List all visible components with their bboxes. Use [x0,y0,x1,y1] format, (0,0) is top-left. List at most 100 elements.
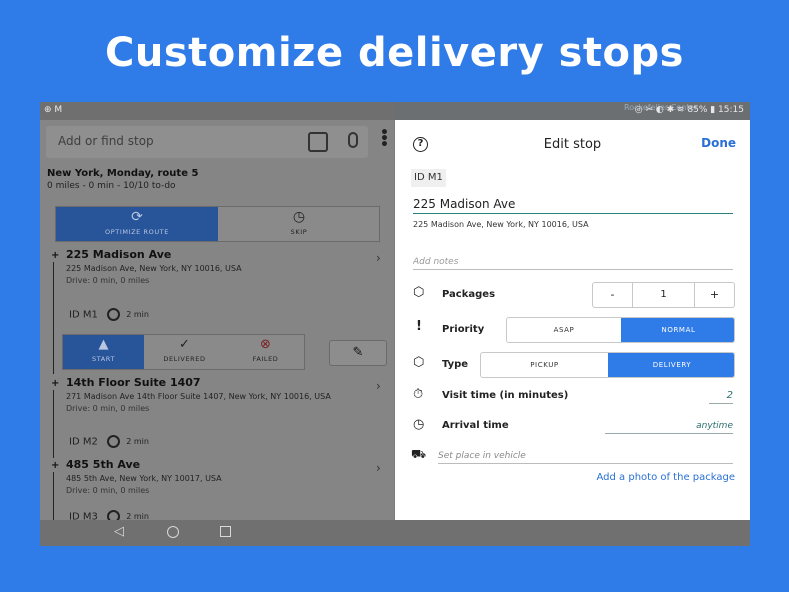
type-row: ⬡ Type PICKUP DELIVERY [395,352,750,378]
chevron-right-icon[interactable]: › [376,461,381,475]
edit-stop-button[interactable]: ✎ [329,340,387,366]
stop-actions: ▲ START ✓ DELIVERED ⊗ FAILED [62,334,305,370]
type-delivery-option[interactable]: DELIVERY [608,353,734,377]
priority-label: Priority [442,324,485,335]
start-button[interactable]: ▲ START [63,335,144,369]
type-pickup-option[interactable]: PICKUP [481,353,608,377]
priority-selector: ASAP NORMAL [506,317,735,343]
packages-row: ⬡ Packages - 1 + [395,282,750,308]
full-address: 225 Madison Ave, New York, NY 10016, USA [413,220,589,229]
clock-icon: ◷ [292,209,306,225]
stop-name: 14th Floor Suite 1407 [66,376,201,389]
stop-address: 225 Madison Ave, New York, NY 10016, USA [66,264,242,273]
stop-name: 225 Madison Ave [66,248,172,261]
back-icon[interactable]: ◁ [114,524,124,539]
visit-time-input[interactable] [709,388,733,404]
arrival-time-label: Arrival time [442,420,509,431]
notes-input[interactable] [413,254,733,270]
recent-apps-icon[interactable] [220,526,231,537]
stop-name: 485 5th Ave [66,458,141,471]
home-icon[interactable] [167,526,179,538]
vehicle-row: ⛟ [395,447,750,466]
stop-time: 2 min [126,437,149,446]
arrival-time-row: ◷ Arrival time [395,417,750,436]
check-circle-icon: ✓ [179,337,190,352]
route-line [53,390,54,458]
type-selector: PICKUP DELIVERY [480,352,735,378]
search-bar[interactable]: Add or find stop [46,126,368,158]
route-panel: Add or find stop • • • New York, Monday, r… [40,120,394,523]
arrival-time-input[interactable] [605,418,733,434]
route-actions: ⟳ OPTIMIZE ROUTE ◷ SKIP [55,206,380,242]
route-title: New York, Monday, route 5 [47,168,199,179]
sync-icon: ⟳ [131,209,143,225]
priority-asap-option[interactable]: ASAP [507,318,621,342]
headline: Customize delivery stops [105,30,684,76]
timer-icon: ⏱ [413,387,424,402]
stop-meta: ID M2 2 min [69,435,149,448]
packages-label: Packages [442,289,496,300]
timer-icon [107,308,121,321]
stop-id-chip: ID M1 [411,169,446,187]
box-icon: ⬡ [413,355,425,370]
microphone-icon[interactable] [348,132,358,148]
priority-normal-option[interactable]: NORMAL [621,318,734,342]
edit-stop-panel: ? Edit stop Done ID M1 225 Madison Ave, … [395,120,750,520]
device-screen: ⊕ M Rockefeller Center ◎ ✂ ◐ ✱ ≋ 85% ▮ 1… [40,102,750,546]
route-line [53,262,54,374]
priority-row: ! Priority ASAP NORMAL [395,317,750,343]
truck-icon: ⛟ [411,447,427,461]
vehicle-place-input[interactable] [438,448,733,464]
priority-icon: ! [416,319,422,334]
optimize-route-button[interactable]: ⟳ OPTIMIZE ROUTE [56,207,218,241]
stop-marker-icon: + [51,378,60,389]
status-right: ◎ ✂ ◐ ✱ ≋ 85% ▮ 15:15 [634,105,744,115]
stop-marker-icon: + [51,250,60,261]
barcode-scan-icon[interactable] [308,132,328,152]
status-left-icons: ⊕ M [44,105,63,115]
packages-value[interactable]: 1 [633,283,694,307]
chevron-right-icon[interactable]: › [376,251,381,265]
stop-drive: Drive: 0 min, 0 miles [66,276,150,285]
package-icon: ⬡ [413,285,425,300]
visit-time-row: ⏱ Visit time (in minutes) [395,387,750,406]
panel-header: ? Edit stop Done [395,120,750,170]
timer-icon [107,435,121,448]
navigate-icon: ▲ [98,337,109,352]
add-photo-link[interactable]: Add a photo of the package [597,472,736,483]
stop-list: + 225 Madison Ave 225 Madison Ave, New Y… [40,248,394,523]
search-input[interactable]: Add or find stop [58,134,154,148]
route-summary: 0 miles - 0 min - 10/10 to-do [47,181,176,191]
packages-stepper: - 1 + [592,282,735,308]
status-bar: ⊕ M Rockefeller Center ◎ ✂ ◐ ✱ ≋ 85% ▮ 1… [40,102,750,120]
stop-meta: ID M1 2 min [69,308,149,321]
list-item[interactable]: + 14th Floor Suite 1407 271 Madison Ave … [40,376,394,458]
stop-id: ID M1 [69,309,98,321]
list-item[interactable]: + 485 5th Ave 485 5th Ave, New York, NY … [40,458,394,523]
delivered-button[interactable]: ✓ DELIVERED [144,335,225,369]
more-menu-icon[interactable]: • • • [380,126,389,152]
list-item[interactable]: + 225 Madison Ave 225 Madison Ave, New Y… [40,248,394,376]
stop-address: 271 Madison Ave 14th Floor Suite 1407, N… [66,392,331,401]
android-nav-bar: ◁ [40,520,750,546]
cancel-circle-icon: ⊗ [260,337,271,352]
stop-drive: Drive: 0 min, 0 miles [66,486,150,495]
stop-id: ID M2 [69,436,98,448]
address-input[interactable] [413,194,733,214]
decrease-packages-button[interactable]: - [593,283,633,307]
done-button[interactable]: Done [701,136,736,150]
stop-time: 2 min [126,310,149,319]
chevron-right-icon[interactable]: › [376,379,381,393]
pencil-icon: ✎ [352,345,364,360]
visit-time-label: Visit time (in minutes) [442,390,569,401]
stop-drive: Drive: 0 min, 0 miles [66,404,150,413]
panel-title: Edit stop [543,137,602,152]
increase-packages-button[interactable]: + [694,283,734,307]
route-line [53,472,54,520]
skip-button[interactable]: ◷ SKIP [218,207,380,241]
failed-button[interactable]: ⊗ FAILED [225,335,306,369]
type-label: Type [442,359,469,370]
stop-marker-icon: + [51,460,60,471]
clock-icon: ◷ [413,417,425,432]
stop-address: 485 5th Ave, New York, NY 10017, USA [66,474,222,483]
